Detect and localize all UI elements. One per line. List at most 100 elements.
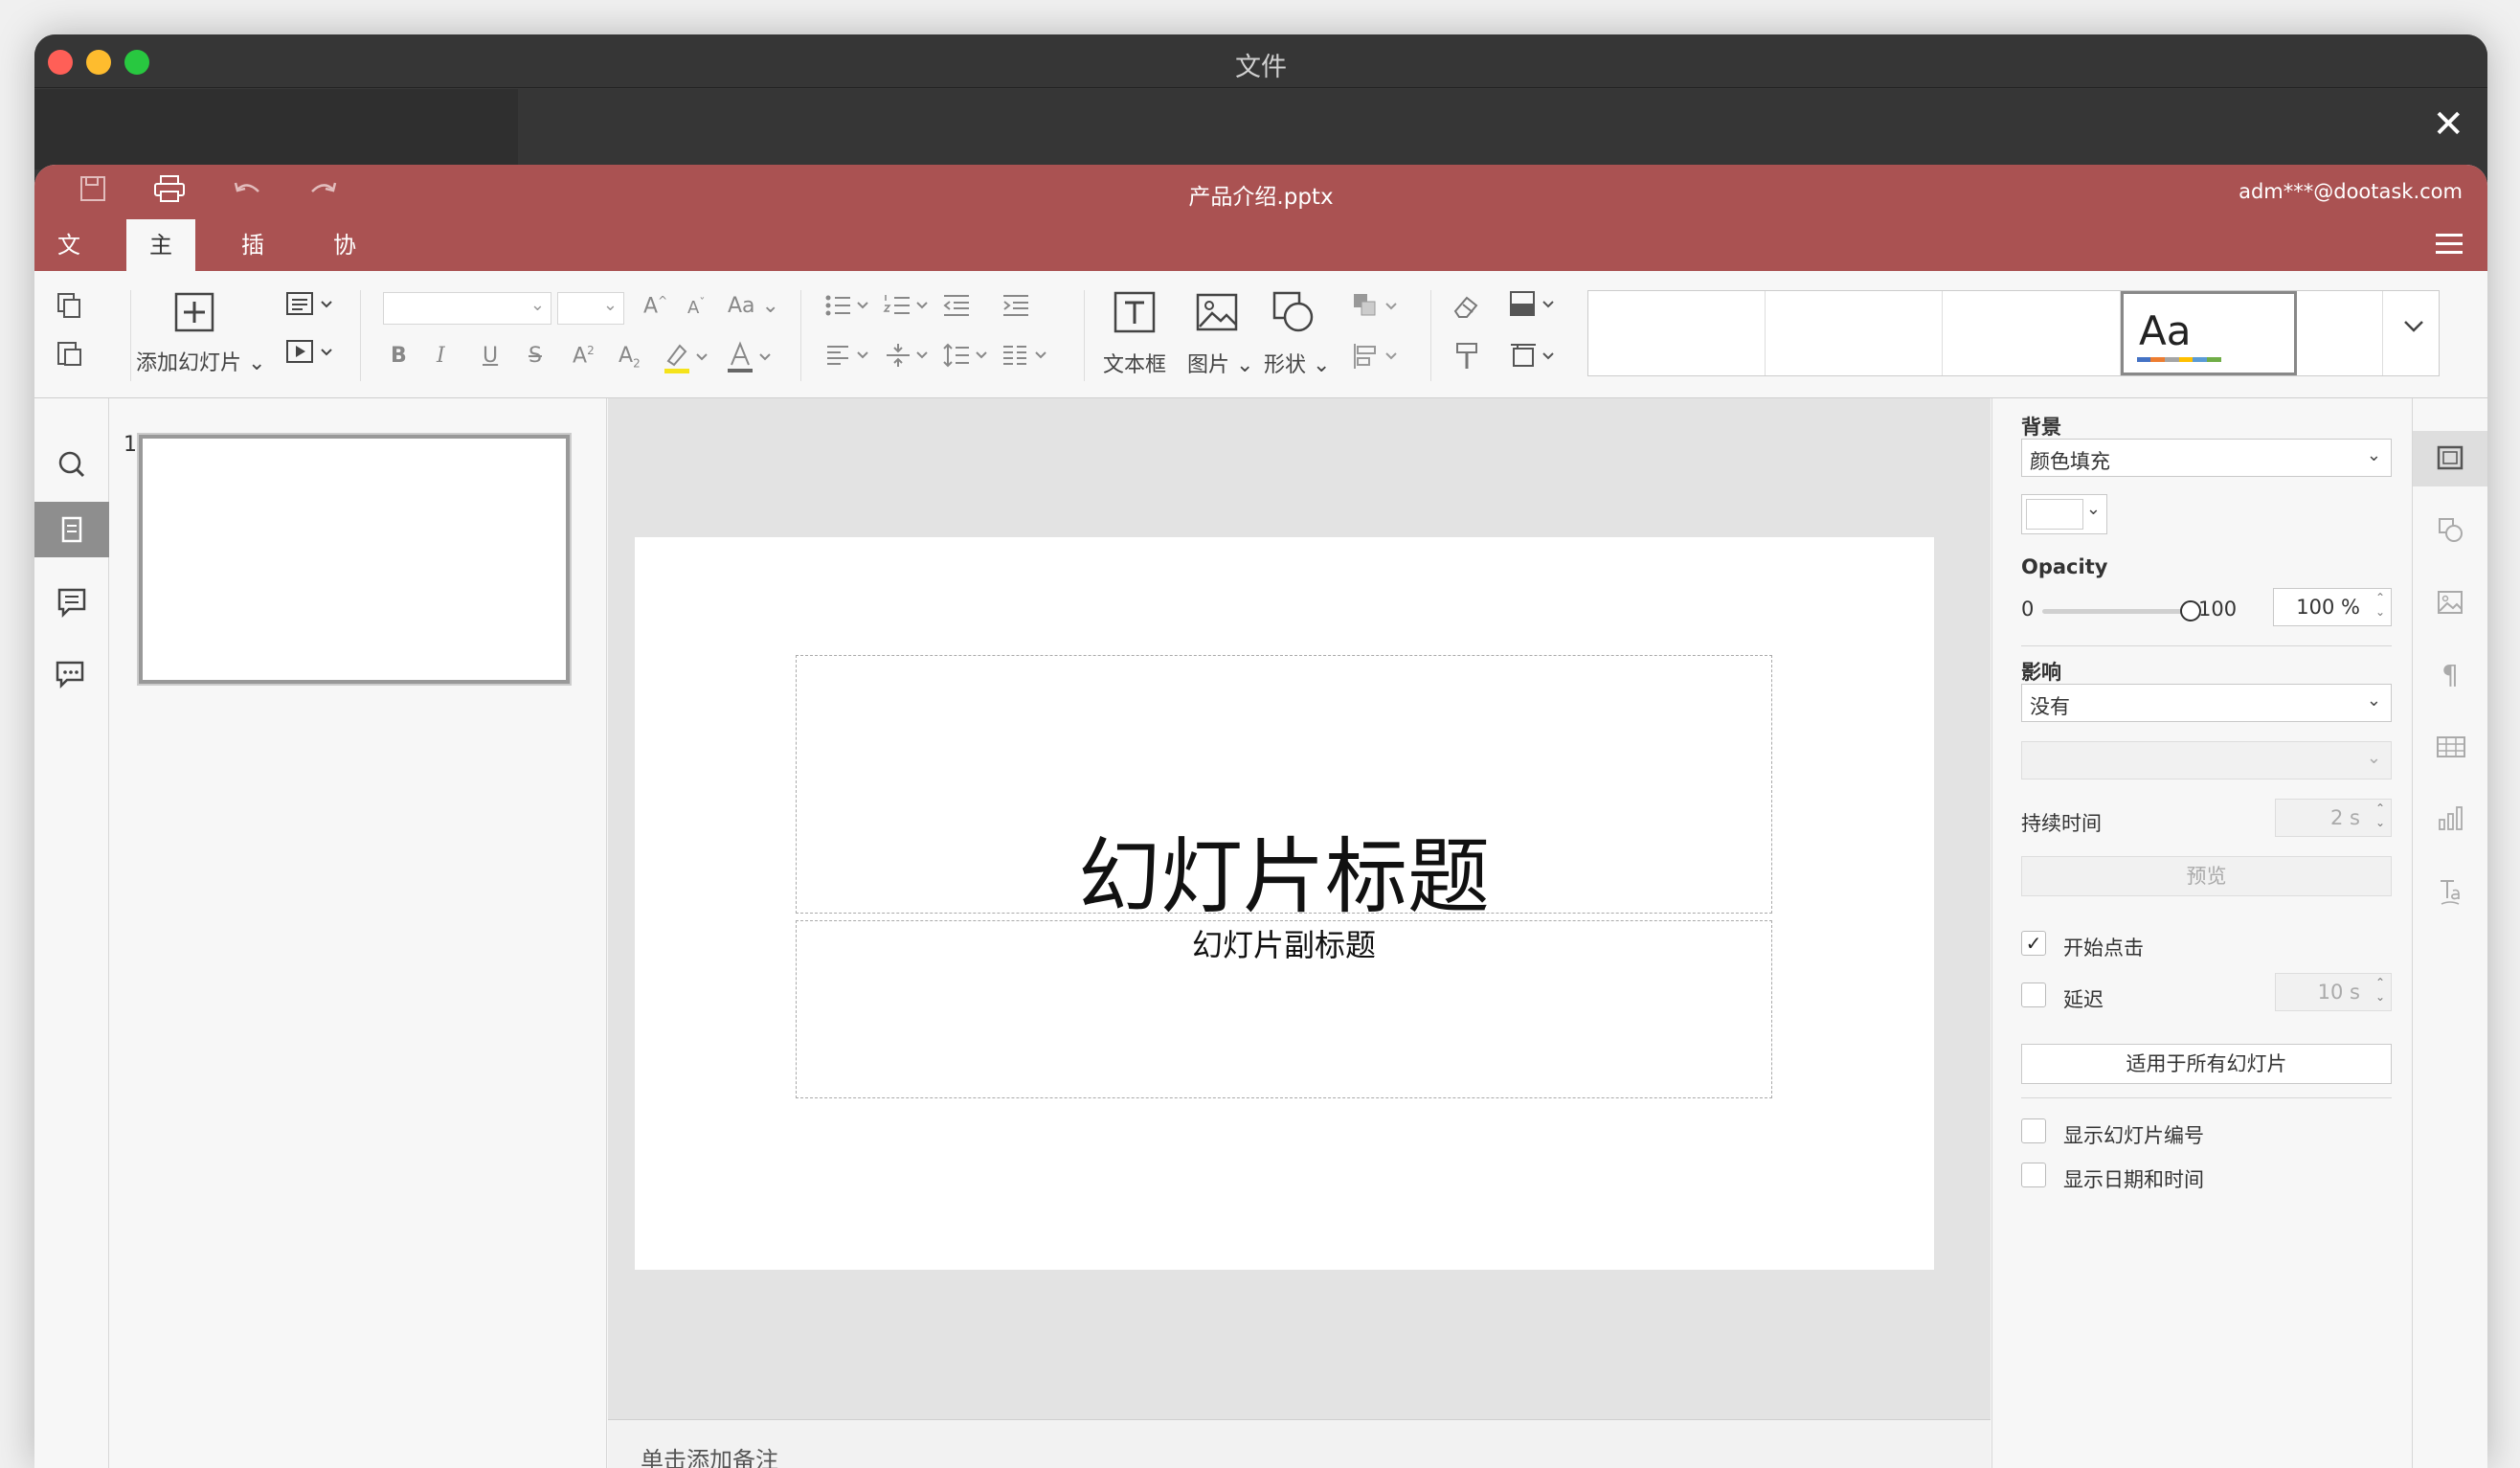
theme-gallery: Aa — [1587, 290, 2440, 376]
effect-select[interactable]: 没有 ⌄ — [2021, 684, 2392, 722]
opacity-min: 0 — [2021, 598, 2035, 621]
image-settings-icon[interactable] — [2413, 575, 2487, 630]
add-slide-icon[interactable] — [174, 292, 214, 336]
font-size-select[interactable]: ⌄ — [557, 292, 624, 325]
tab-collaborate[interactable]: 协作 — [310, 219, 379, 310]
editor-header: 产品介绍.pptx adm***@dootask.com 文件 主页 插入 协作 — [34, 165, 2487, 310]
slide[interactable]: 幻灯片标题 幻灯片副标题 — [635, 537, 1934, 1270]
tab-insert[interactable]: 插入 — [218, 219, 287, 310]
search-icon[interactable] — [34, 437, 109, 492]
vertical-align-icon[interactable] — [883, 342, 936, 373]
increase-font-icon[interactable]: A^ — [643, 294, 667, 318]
delay-label: 延迟 — [2063, 988, 2104, 1011]
opacity-input[interactable]: 100 % ⌃ ⌄ — [2273, 588, 2392, 626]
align-objects-icon[interactable] — [1352, 342, 1406, 374]
font-color-icon[interactable] — [726, 340, 774, 378]
align-left-icon[interactable] — [823, 342, 877, 373]
comments-icon[interactable] — [34, 575, 109, 630]
theme-expand-icon[interactable] — [2402, 314, 2425, 341]
table-settings-icon[interactable] — [2413, 718, 2487, 774]
slide-settings-panel: 背景 颜色填充 ⌄ ⌄ Opacity 0 100 100 % ⌃ ⌄ 影响 没有 ⌄ … — [1991, 398, 2412, 1468]
chat-icon[interactable] — [34, 647, 109, 703]
app-window: 文件 ✕ 产品介绍.pptx adm***@dootask.com 文件 主页 — [34, 34, 2487, 1468]
document-title: 产品介绍.pptx — [1188, 185, 1334, 210]
tab-home[interactable]: 主页 — [126, 219, 195, 310]
subscript-icon[interactable]: A2 — [619, 344, 641, 370]
effect-label: 影响 — [2021, 661, 2061, 684]
theme-option[interactable] — [2297, 291, 2383, 375]
slide-subtitle: 幻灯片副标题 — [1191, 927, 1376, 963]
fill-type-select[interactable]: 颜色填充 ⌄ — [2021, 439, 2392, 477]
slide-number: 1 — [124, 433, 137, 457]
textbox-button[interactable]: 文本框 — [1103, 348, 1166, 378]
show-slide-number-label: 显示幻灯片编号 — [2063, 1124, 2204, 1147]
slide-thumbnails: 1 — [110, 398, 607, 1468]
bold-icon[interactable]: B — [391, 344, 407, 368]
theme-option[interactable] — [1588, 291, 1766, 375]
textbox-icon[interactable] — [1113, 290, 1157, 338]
numbered-list-icon[interactable] — [883, 292, 936, 323]
layout-icon[interactable] — [285, 290, 335, 323]
strikethrough-icon[interactable]: S — [529, 344, 542, 368]
close-dialog-icon[interactable]: ✕ — [2432, 102, 2464, 147]
user-name[interactable]: adm***@dootask.com — [2239, 180, 2463, 203]
decrease-indent-icon[interactable] — [942, 292, 971, 323]
theme-option[interactable] — [1766, 291, 1943, 375]
slide-size-icon[interactable] — [1509, 342, 1563, 374]
superscript-icon[interactable]: A2 — [573, 344, 595, 368]
ribbon-toolbar: 添加幻灯片 ⌄ ⌄ ⌄ A^ Aˇ Aa ⌄ B I U S A2 A2 文本框… — [34, 271, 2487, 398]
fill-color-icon[interactable] — [1509, 290, 1563, 323]
textart-settings-icon[interactable] — [2413, 864, 2487, 919]
highlight-color-icon[interactable] — [663, 340, 710, 378]
slides-panel-icon[interactable] — [34, 502, 109, 557]
title-placeholder[interactable]: 幻灯片标题 — [796, 655, 1772, 925]
change-case-icon[interactable]: Aa ⌄ — [728, 294, 779, 318]
tab-file[interactable]: 文件 — [34, 219, 103, 310]
slide-settings-icon[interactable] — [2413, 431, 2487, 486]
format-painter-icon[interactable] — [1453, 342, 1482, 374]
notes-pane[interactable]: 单击添加备注 — [608, 1419, 1991, 1468]
delay-input[interactable]: 10 s ⌃ ⌄ — [2275, 973, 2392, 1011]
preview-button[interactable]: 预览 — [2021, 856, 2392, 896]
shape-icon[interactable] — [1271, 290, 1316, 338]
decrease-font-icon[interactable]: Aˇ — [687, 296, 705, 318]
image-icon[interactable] — [1195, 290, 1239, 338]
copy-icon[interactable] — [56, 292, 84, 323]
left-sidebar — [34, 398, 109, 1468]
theme-option[interactable] — [1943, 291, 2121, 375]
delay-checkbox[interactable] — [2021, 982, 2046, 1007]
paste-icon[interactable] — [56, 340, 84, 371]
window-title: 文件 — [1235, 53, 1287, 82]
line-spacing-icon[interactable] — [942, 342, 996, 373]
image-button[interactable]: 图片 ⌄ — [1187, 348, 1253, 378]
add-slide-button[interactable]: 添加幻灯片 ⌄ — [136, 346, 265, 376]
show-datetime-checkbox[interactable] — [2021, 1163, 2046, 1187]
clear-style-icon[interactable] — [1451, 292, 1482, 325]
show-slide-number-checkbox[interactable] — [2021, 1118, 2046, 1143]
slide-thumbnail[interactable] — [137, 433, 572, 686]
opacity-max: 100 — [2198, 598, 2238, 621]
menu-icon[interactable] — [2436, 234, 2463, 260]
start-on-click-checkbox[interactable]: ✓ — [2021, 931, 2046, 956]
color-picker[interactable]: ⌄ — [2021, 494, 2107, 534]
chart-settings-icon[interactable] — [2413, 791, 2487, 847]
italic-icon[interactable]: I — [437, 344, 445, 368]
duration-input[interactable]: 2 s ⌃ ⌄ — [2275, 799, 2392, 837]
slideshow-icon[interactable] — [285, 338, 335, 371]
arrange-icon[interactable] — [1352, 292, 1406, 325]
increase-indent-icon[interactable] — [1001, 292, 1030, 323]
shape-settings-icon[interactable] — [2413, 502, 2487, 557]
opacity-slider[interactable] — [2042, 600, 2201, 621]
paragraph-settings-icon[interactable]: ¶ — [2413, 647, 2487, 703]
theme-option-selected[interactable]: Aa — [2121, 291, 2297, 375]
shape-button[interactable]: 形状 ⌄ — [1264, 348, 1330, 378]
subtitle-placeholder[interactable]: 幻灯片副标题 — [796, 920, 1772, 1098]
bullet-list-icon[interactable] — [823, 292, 877, 323]
notes-placeholder: 单击添加备注 — [641, 1447, 778, 1468]
apply-all-button[interactable]: 适用于所有幻灯片 — [2021, 1044, 2392, 1084]
columns-icon[interactable] — [1001, 342, 1055, 373]
effect-type-select[interactable]: ⌄ — [2021, 741, 2392, 779]
font-family-select[interactable]: ⌄ — [383, 292, 551, 325]
underline-icon[interactable]: U — [483, 344, 498, 368]
title-bar: 文件 — [34, 34, 2487, 88]
